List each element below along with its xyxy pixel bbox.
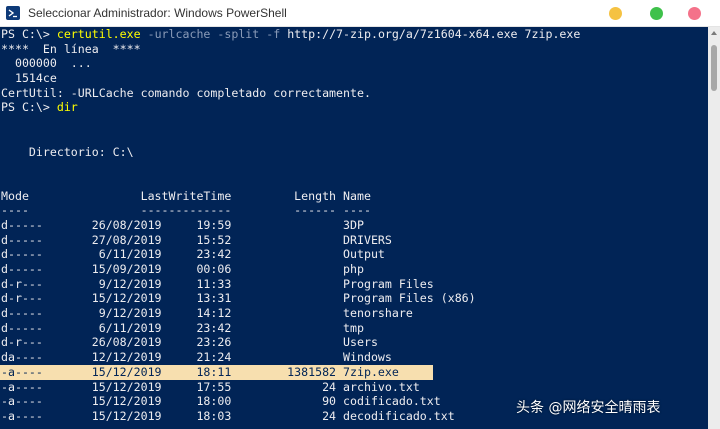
scrollbar-thumb[interactable] <box>711 45 717 91</box>
output-line: 1514ce <box>1 71 57 86</box>
vertical-scrollbar[interactable] <box>708 27 720 429</box>
table-rule: ---- ------------- ------ ---- <box>1 203 371 218</box>
table-row: d----- 6/11/2019 23:42 tmp <box>1 320 364 335</box>
powershell-icon <box>6 6 20 20</box>
table-row: d----- 26/08/2019 19:59 3DP <box>1 217 364 232</box>
table-row: d----- 27/08/2019 15:52 DRIVERS <box>1 232 392 247</box>
minimize-button[interactable] <box>609 7 622 20</box>
maximize-button[interactable] <box>650 7 663 20</box>
window-title: Seleccionar Administrador: Windows Power… <box>28 6 287 20</box>
output-line: 000000 ... <box>1 56 92 71</box>
table-row: -a---- 15/12/2019 17:55 24 archivo.txt <box>1 379 420 394</box>
prompt: PS C:\> <box>1 100 57 115</box>
output-line: CertUtil: -URLCache comando completado c… <box>1 85 371 100</box>
table-row: da---- 12/12/2019 21:24 Windows <box>1 350 392 365</box>
scroll-up-arrow-icon[interactable] <box>711 31 717 35</box>
title-bar[interactable]: Seleccionar Administrador: Windows Power… <box>0 0 720 27</box>
powershell-window: Seleccionar Administrador: Windows Power… <box>0 0 720 429</box>
command-name: dir <box>56 100 78 115</box>
command-parameters: -urlcache -split -f <box>140 27 281 41</box>
close-button[interactable] <box>688 7 701 20</box>
prompt: PS C:\> <box>1 27 57 41</box>
command-line-certutil: PS C:\> certutil.exe -urlcache -split -f… <box>0 27 708 42</box>
table-header: Mode LastWriteTime Length Name <box>1 188 371 203</box>
table-row: d-r--- 26/08/2019 23:26 Users <box>1 335 378 350</box>
directory-line: Directorio: C:\ <box>1 144 134 159</box>
table-row: d----- 6/11/2019 23:42 Output <box>1 247 385 262</box>
table-row-selected[interactable]: -a---- 15/12/2019 18:11 1381582 7zip.exe <box>0 364 433 380</box>
table-row: d-r--- 9/12/2019 11:33 Program Files <box>1 276 434 291</box>
command-arguments: http://7-zip.org/a/7z1604-x64.exe 7zip.e… <box>280 27 581 41</box>
command-line-dir: PS C:\> dir <box>0 100 708 115</box>
console-output[interactable]: PS C:\> certutil.exe -urlcache -split -f… <box>0 27 708 429</box>
watermark-text: 头条 @网络安全晴雨表 <box>516 400 661 416</box>
table-row: d----- 15/09/2019 00:06 php <box>1 262 364 276</box>
output-line: **** En línea **** <box>1 41 141 56</box>
table-row: d----- 9/12/2019 14:12 tenorshare <box>1 306 413 321</box>
command-name: certutil.exe <box>56 27 141 41</box>
table-row: d-r--- 15/12/2019 13:31 Program Files (x… <box>1 291 476 306</box>
